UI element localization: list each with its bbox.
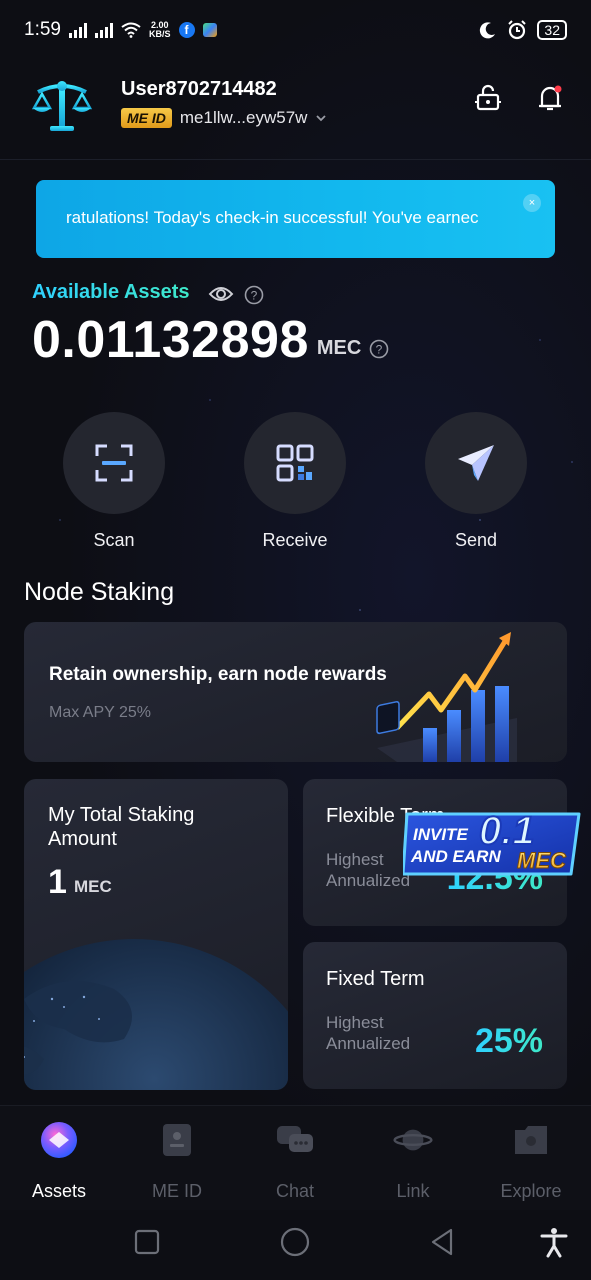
nav-explore[interactable]: Explore bbox=[481, 1120, 581, 1202]
invite-unit: MEC bbox=[517, 848, 567, 873]
qr-code-icon bbox=[276, 444, 314, 482]
explore-icon bbox=[515, 1126, 547, 1154]
send-label: Send bbox=[454, 530, 498, 550]
nav-explore-label: Explore bbox=[500, 1181, 562, 1201]
fixed-sub-1: Highest bbox=[326, 1013, 384, 1032]
eye-icon[interactable] bbox=[208, 284, 234, 304]
chat-icon bbox=[277, 1126, 313, 1152]
fixed-subtitle: Highest Annualized bbox=[326, 1012, 410, 1054]
battery-indicator: 32 bbox=[537, 20, 567, 40]
id-card-icon bbox=[163, 1124, 191, 1156]
moon-icon bbox=[480, 22, 496, 39]
my-staking-unit: MEC bbox=[74, 877, 112, 896]
scan-icon bbox=[95, 444, 133, 482]
max-apy: Max APY 25% bbox=[49, 704, 151, 721]
paper-plane-icon bbox=[458, 445, 494, 481]
balance-help-icon[interactable]: ? bbox=[369, 339, 389, 359]
flexible-sub-1: Highest bbox=[326, 850, 384, 869]
balance-unit: MEC bbox=[316, 337, 362, 359]
send-button[interactable]: Send bbox=[425, 412, 527, 551]
invite-earn-badge[interactable]: INVITE AND EARN 0.1 MEC bbox=[403, 796, 583, 880]
app-header: User8702714482 ME ID me1llw...eyw57w bbox=[0, 62, 591, 160]
available-assets-label: Available Assets bbox=[32, 281, 190, 303]
growth-chart-icon bbox=[376, 632, 517, 762]
receive-button[interactable]: Receive bbox=[244, 412, 346, 551]
bottom-nav: Assets ME ID Chat Link Explore bbox=[0, 1105, 591, 1210]
flexible-subtitle: Highest Annualized bbox=[326, 849, 410, 891]
status-bar: 1:59 2.00 KB/S f 32 bbox=[0, 0, 591, 60]
chevron-down-icon[interactable] bbox=[315, 112, 327, 124]
close-icon[interactable]: × bbox=[523, 194, 541, 212]
svg-text:?: ? bbox=[251, 289, 258, 303]
recent-apps-icon[interactable] bbox=[131, 1226, 163, 1258]
banner-text: ratulations! Today's check-in successful… bbox=[66, 208, 479, 227]
balance-value: 0.01132898 bbox=[32, 311, 309, 369]
my-staking-title: My Total Staking Amount bbox=[48, 804, 195, 850]
flexible-sub-2: Annualized bbox=[326, 871, 411, 890]
svg-text:?: ? bbox=[376, 343, 383, 357]
fixed-term-card[interactable]: Fixed Term Highest Annualized 25% bbox=[303, 942, 567, 1089]
system-nav-bar bbox=[0, 1210, 591, 1280]
meid-selector[interactable]: ME ID me1llw...eyw57w bbox=[121, 108, 327, 128]
node-staking-title: Node Staking bbox=[24, 578, 175, 606]
fixed-rate: 25% bbox=[474, 1022, 543, 1060]
fixed-title: Fixed Term bbox=[326, 968, 425, 990]
nav-meid-label: ME ID bbox=[151, 1181, 202, 1201]
assets-icon bbox=[41, 1122, 77, 1158]
signal-icon bbox=[68, 22, 87, 38]
globe-illustration bbox=[24, 939, 288, 1090]
net-speed-unit: KB/S bbox=[148, 29, 171, 39]
invite-amount: 0.1 bbox=[479, 809, 535, 853]
retain-ownership-card[interactable]: Retain ownership, earn node rewards Max … bbox=[24, 622, 567, 762]
send-circle[interactable] bbox=[425, 412, 527, 514]
nav-chat-label: Chat bbox=[275, 1181, 315, 1201]
nav-assets-label: Assets bbox=[31, 1181, 87, 1201]
net-speed: 2.00 KB/S bbox=[149, 21, 171, 39]
bell-icon[interactable] bbox=[534, 82, 566, 114]
planet-icon bbox=[393, 1129, 433, 1151]
wifi-icon bbox=[121, 22, 141, 38]
scan-label: Scan bbox=[93, 530, 135, 550]
alarm-icon bbox=[508, 20, 527, 40]
meid-badge: ME ID bbox=[121, 108, 172, 128]
meid-address: me1llw...eyw57w bbox=[179, 108, 308, 127]
nav-link-label: Link bbox=[396, 1181, 430, 1201]
nav-assets[interactable]: Assets bbox=[9, 1120, 109, 1202]
nav-meid[interactable]: ME ID bbox=[127, 1120, 227, 1202]
scan-circle[interactable] bbox=[63, 412, 165, 514]
back-icon[interactable] bbox=[427, 1226, 459, 1258]
scan-button[interactable]: Scan bbox=[63, 412, 165, 551]
my-total-staking-card[interactable]: My Total Staking Amount 1 MEC bbox=[24, 779, 288, 1090]
lock-icon[interactable] bbox=[472, 82, 504, 114]
help-icon[interactable]: ? bbox=[244, 285, 264, 305]
retain-title: Retain ownership, earn node rewards bbox=[49, 664, 387, 685]
accessibility-icon[interactable] bbox=[538, 1226, 570, 1258]
my-staking-value: 1 bbox=[48, 863, 67, 901]
fixed-sub-2: Annualized bbox=[326, 1034, 411, 1053]
receive-circle[interactable] bbox=[244, 412, 346, 514]
signal-icon-2 bbox=[94, 22, 113, 38]
balance-row: 0.01132898 MEC ? bbox=[32, 312, 389, 368]
username: User8702714482 bbox=[121, 78, 277, 100]
receive-label: Receive bbox=[262, 530, 328, 550]
nav-chat[interactable]: Chat bbox=[245, 1120, 345, 1202]
scales-logo-icon[interactable] bbox=[30, 76, 94, 140]
app-notification-icon bbox=[202, 23, 217, 37]
nav-link[interactable]: Link bbox=[363, 1120, 463, 1202]
checkin-banner: ratulations! Today's check-in successful… bbox=[36, 180, 555, 258]
home-icon[interactable] bbox=[279, 1226, 311, 1258]
status-time: 1:59 bbox=[24, 19, 61, 40]
invite-line1: INVITE bbox=[413, 825, 468, 844]
facebook-icon: f bbox=[178, 22, 195, 38]
